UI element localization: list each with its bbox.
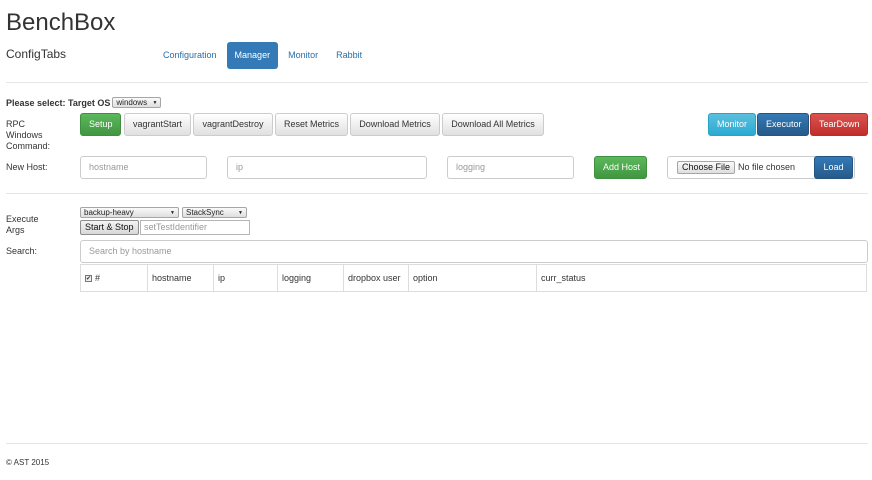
target-os-label: Please select: Target OS [6, 97, 111, 108]
hostname-input[interactable]: hostname [80, 156, 207, 179]
tab-manager[interactable]: Manager [226, 42, 279, 69]
caret-down-icon: ▼ [238, 209, 243, 216]
monitor-button[interactable]: Monitor [708, 113, 756, 136]
target-os-value: windows [116, 98, 148, 107]
column-header-logging[interactable]: logging [277, 264, 344, 292]
column-header-curr-status[interactable]: curr_status [536, 264, 867, 292]
vagrant-destroy-button[interactable]: vagrantDestroy [193, 113, 273, 136]
setup-button[interactable]: Setup [80, 113, 121, 136]
choose-file-button[interactable]: Choose File [677, 161, 736, 174]
search-input[interactable]: Search by hostname [80, 240, 868, 263]
add-host-button[interactable]: Add Host [594, 156, 647, 179]
execute-args-label: Execute Args [6, 214, 39, 235]
column-header-ip[interactable]: ip [213, 264, 278, 292]
nav-tabs: Configuration Manager Monitor Rabbit [155, 42, 372, 69]
service-select[interactable]: StackSync ▼ [182, 207, 247, 218]
load-button[interactable]: Load [814, 156, 853, 179]
search-label: Search: [6, 246, 38, 256]
reset-metrics-button[interactable]: Reset Metrics [275, 113, 348, 136]
vagrant-start-button[interactable]: vagrantStart [124, 113, 191, 136]
target-os-select[interactable]: windows ▼ [112, 97, 162, 108]
column-header-hostname[interactable]: hostname [147, 264, 214, 292]
start-stop-button[interactable]: Start & Stop [80, 220, 139, 235]
rpc-command-label: RPC Windows Command: [6, 119, 51, 151]
table-header-row: ✔ # hostname ip logging dropbox user opti… [80, 264, 867, 292]
config-tabs-title: ConfigTabs [6, 47, 67, 61]
logging-input[interactable]: logging [447, 156, 574, 179]
download-all-metrics-button[interactable]: Download All Metrics [442, 113, 544, 136]
test-identifier-input[interactable]: setTestIdentifier [140, 220, 250, 235]
footer-copyright: © AST 2015 [6, 458, 50, 467]
divider [6, 443, 868, 444]
tab-rabbit[interactable]: Rabbit [328, 42, 370, 69]
download-metrics-button[interactable]: Download Metrics [350, 113, 440, 136]
profile-select[interactable]: backup-heavy ▼ [80, 207, 179, 218]
caret-down-icon: ▼ [170, 209, 175, 216]
divider [6, 193, 868, 194]
tab-monitor[interactable]: Monitor [280, 42, 326, 69]
target-os-row: Please select: Target OS windows ▼ [6, 97, 162, 108]
select-all-checkbox[interactable]: ✔ [85, 275, 92, 283]
divider [6, 82, 868, 83]
app-brand: BenchBox [6, 9, 116, 36]
service-select-value: StackSync [186, 208, 224, 217]
hosts-table: ✔ # hostname ip logging dropbox user opti… [80, 264, 867, 292]
teardown-button[interactable]: TearDown [810, 113, 868, 136]
tab-configuration[interactable]: Configuration [155, 42, 225, 69]
profile-select-value: backup-heavy [84, 208, 134, 217]
column-header-option[interactable]: option [408, 264, 537, 292]
caret-down-icon: ▼ [152, 99, 158, 106]
executor-button[interactable]: Executor [757, 113, 809, 136]
column-select: ✔ # [80, 264, 148, 292]
ip-input[interactable]: ip [227, 156, 427, 179]
column-header-number: # [95, 273, 101, 283]
new-host-label: New Host: [6, 162, 48, 172]
file-status-text: No file chosen [738, 162, 796, 172]
column-header-dropbox-user[interactable]: dropbox user [343, 264, 409, 292]
